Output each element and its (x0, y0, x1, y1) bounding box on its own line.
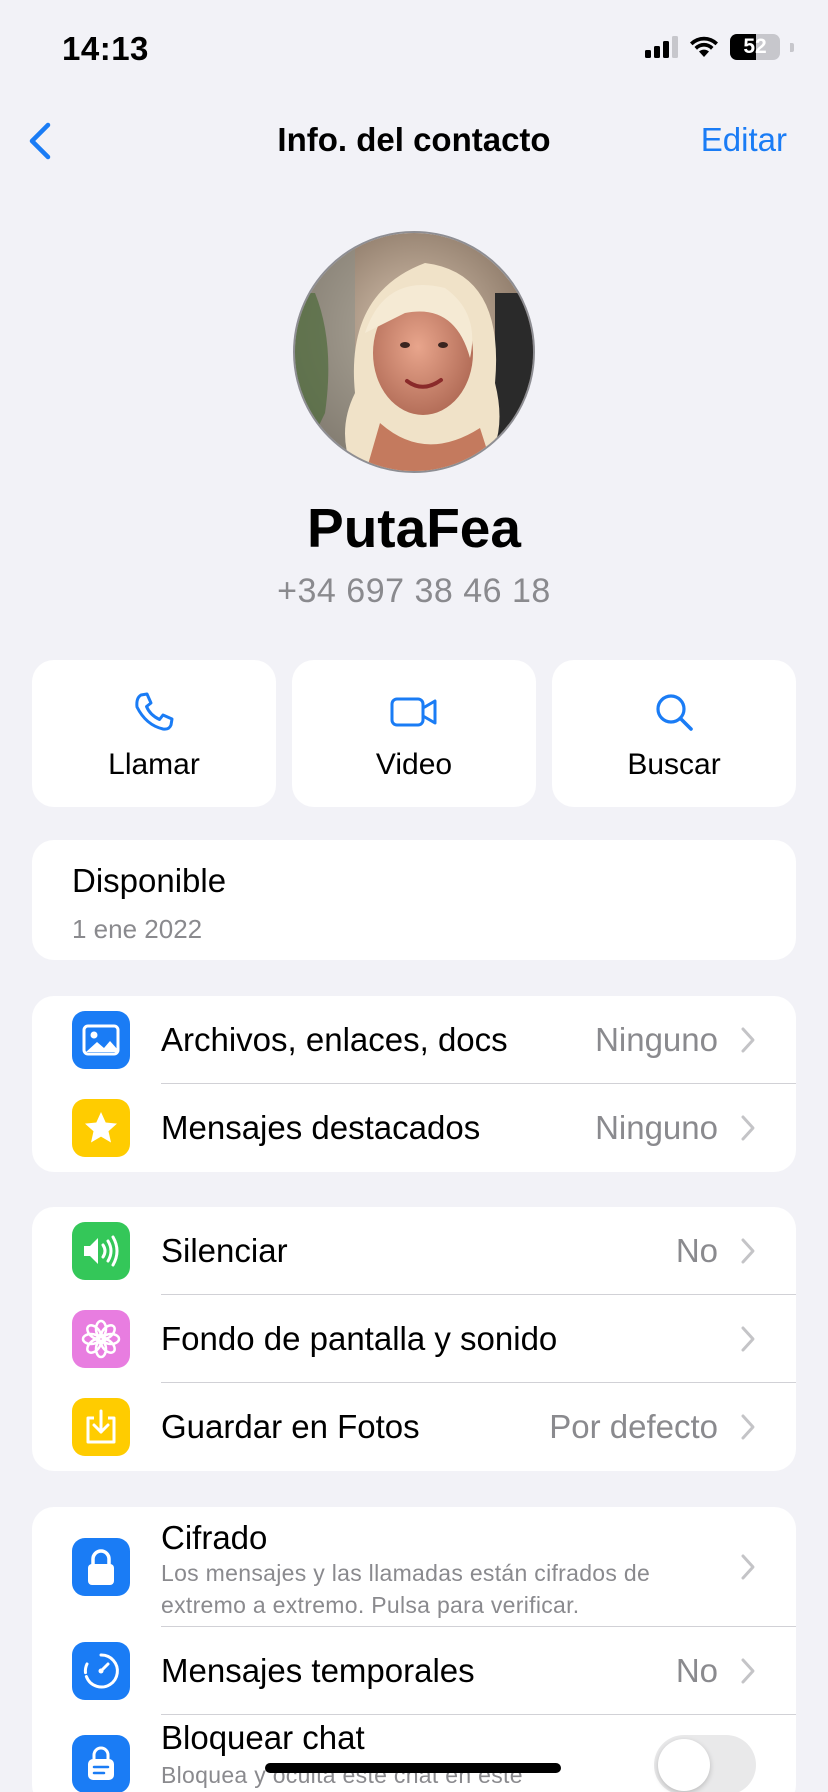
lock-icon (72, 1538, 130, 1596)
mute-row[interactable]: Silenciar No (32, 1207, 796, 1295)
lock-chat-row[interactable]: Bloquear chat Bloquea y oculta este chat… (32, 1715, 796, 1792)
timer-icon (72, 1642, 130, 1700)
chevron-right-icon (741, 1326, 755, 1352)
action-buttons: Llamar Video Buscar (32, 660, 796, 807)
settings-card: Silenciar No Fondo de pantalla y sonido … (32, 1207, 796, 1471)
edit-button[interactable]: Editar (701, 121, 787, 159)
media-links-docs-row[interactable]: Archivos, enlaces, docs Ninguno (32, 996, 796, 1084)
encryption-subtitle-line1: Los mensajes y las llamadas están cifrad… (161, 1560, 651, 1586)
call-button[interactable]: Llamar (32, 660, 276, 807)
save-to-photos-value: Por defecto (549, 1408, 718, 1445)
video-button[interactable]: Video (292, 660, 536, 807)
wifi-icon (690, 36, 718, 57)
home-indicator[interactable] (265, 1763, 561, 1773)
call-label: Llamar (108, 748, 200, 781)
media-card: Archivos, enlaces, docs Ninguno Mensajes… (32, 996, 796, 1172)
wallpaper-sound-label: Fondo de pantalla y sonido (161, 1320, 558, 1357)
search-button[interactable]: Buscar (552, 660, 796, 807)
about-date: 1 ene 2022 (72, 914, 203, 944)
battery-level: 52 (743, 35, 767, 58)
starred-messages-value: Ninguno (595, 1109, 718, 1146)
media-links-docs-value: Ninguno (595, 1021, 718, 1058)
encryption-label: Cifrado (161, 1519, 268, 1556)
starred-messages-label: Mensajes destacados (161, 1109, 481, 1146)
save-to-photos-row[interactable]: Guardar en Fotos Por defecto (32, 1383, 796, 1471)
save-to-photos-label: Guardar en Fotos (161, 1408, 420, 1445)
media-links-docs-label: Archivos, enlaces, docs (161, 1021, 508, 1058)
cellular-signal-icon (645, 36, 678, 58)
about-text: Disponible (72, 862, 227, 899)
status-bar: 14:13 52 (0, 0, 828, 100)
phone-icon (135, 692, 174, 731)
toggle-knob (658, 1739, 710, 1791)
disappearing-messages-value: No (675, 1652, 718, 1689)
encryption-subtitle-line2: extremo a extremo. Pulsa para verificar. (161, 1592, 580, 1618)
chevron-right-icon (741, 1115, 755, 1141)
chevron-right-icon (741, 1238, 755, 1264)
search-icon (656, 694, 693, 731)
photo-icon (72, 1011, 130, 1069)
contact-avatar[interactable] (293, 231, 535, 473)
battery-cap (790, 42, 794, 52)
disappearing-messages-row[interactable]: Mensajes temporales No (32, 1627, 796, 1715)
lock-chat-toggle[interactable] (654, 1735, 756, 1792)
about-card[interactable]: Disponible 1 ene 2022 (32, 840, 796, 960)
status-time: 14:13 (62, 30, 149, 67)
chevron-right-icon (741, 1658, 755, 1684)
privacy-card: Cifrado Los mensajes y las llamadas está… (32, 1507, 796, 1792)
starred-messages-row[interactable]: Mensajes destacados Ninguno (32, 1084, 796, 1172)
speaker-icon (72, 1222, 130, 1280)
video-camera-icon (390, 697, 437, 727)
navigation-bar: Info. del contacto Editar (0, 105, 828, 175)
avatar-photo (295, 233, 533, 471)
download-icon (72, 1398, 130, 1456)
star-icon (72, 1099, 130, 1157)
battery-icon: 52 (730, 34, 780, 60)
mute-value: No (675, 1232, 718, 1269)
chevron-right-icon (741, 1554, 755, 1580)
contact-phone: +34 697 38 46 18 (277, 572, 551, 610)
chevron-right-icon (741, 1414, 755, 1440)
search-label: Buscar (627, 748, 721, 781)
video-label: Video (375, 748, 453, 781)
chevron-right-icon (741, 1027, 755, 1053)
wallpaper-sound-row[interactable]: Fondo de pantalla y sonido (32, 1295, 796, 1383)
lock-chat-label: Bloquear chat (161, 1719, 365, 1756)
encryption-row[interactable]: Cifrado Los mensajes y las llamadas está… (32, 1507, 796, 1627)
status-icons: 52 (645, 34, 794, 60)
mute-label: Silenciar (161, 1232, 288, 1269)
contact-name: PutaFea (307, 497, 521, 559)
flower-icon (72, 1310, 130, 1368)
chat-lock-icon (72, 1735, 130, 1792)
disappearing-messages-label: Mensajes temporales (161, 1652, 475, 1689)
